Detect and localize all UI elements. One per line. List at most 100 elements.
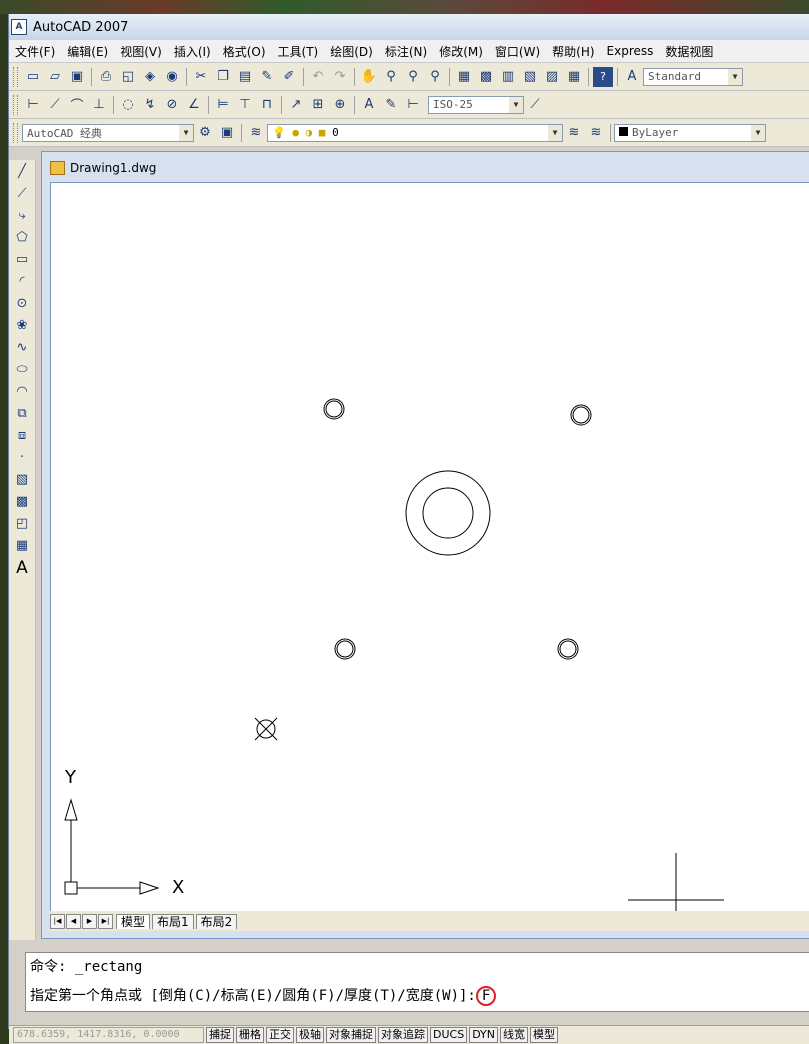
command-line[interactable]: 命令: _rectang 指定第一个角点或 [倒角(C)/标高(E)/圆角(F)… [25,952,809,1012]
continue-dimension-icon[interactable]: ⊓ [257,95,277,115]
menu-data-view[interactable]: 数据视图 [659,43,719,60]
aligned-dimension-icon[interactable]: ⟋ [45,95,65,115]
chevron-down-icon[interactable]: ▼ [509,96,523,113]
tab-layout1[interactable]: 布局1 [152,913,194,929]
workspace-save-icon[interactable]: ▣ [217,123,237,143]
help-icon[interactable]: ? [593,66,613,87]
coordinate-readout[interactable]: 678.6359, 1417.8316, 0.0000 [13,1027,204,1043]
menu-edit[interactable]: 编辑(E) [61,43,114,60]
toolbar-grip[interactable] [13,66,18,87]
menu-draw[interactable]: 绘图(D) [324,43,379,60]
save-icon[interactable]: ▣ [67,67,87,87]
color-dropdown[interactable]: ByLayer ▼ [614,123,766,142]
toolbar-grip[interactable] [13,94,18,115]
cut-icon[interactable]: ✂ [191,67,211,87]
drawing-title-bar[interactable]: Drawing1.dwg [50,158,156,178]
design-center-icon[interactable]: ▩ [476,67,496,87]
polar-toggle[interactable]: 极轴 [296,1027,324,1043]
toolbar-grip[interactable] [13,122,18,143]
lineweight-toggle[interactable]: 线宽 [500,1027,529,1043]
menu-insert[interactable]: 插入(I) [168,43,217,60]
sheet-set-icon[interactable]: ▧ [520,67,540,87]
tab-layout2[interactable]: 布局2 [195,913,238,929]
3d-dwf-icon[interactable]: ◉ [162,67,182,87]
pan-icon[interactable]: ✋ [359,67,379,87]
menu-file[interactable]: 文件(F) [9,43,61,60]
polygon-icon[interactable]: ⬠ [11,227,33,248]
redo-icon[interactable]: ↷ [330,67,350,87]
model-toggle[interactable]: 模型 [530,1027,559,1043]
revision-cloud-icon[interactable]: ❀ [11,315,33,336]
dimension-edit-icon[interactable]: A [359,95,379,115]
tool-palettes-icon[interactable]: ▥ [498,67,518,87]
menu-modify[interactable]: 修改(M) [433,43,489,60]
jogged-dimension-icon[interactable]: ↯ [140,95,160,115]
zoom-previous-icon[interactable]: ⚲ [425,67,445,87]
workspace-dropdown[interactable]: AutoCAD 经典 ▼ [22,123,194,142]
hatch-icon[interactable]: ▧ [11,469,33,490]
command-input-highlight[interactable]: F [475,986,497,1006]
prev-tab-icon[interactable]: ◀ [66,913,81,929]
chevron-down-icon[interactable]: ▼ [548,124,562,141]
spline-icon[interactable]: ∿ [11,337,33,358]
dimension-text-edit-icon[interactable]: ✎ [381,95,401,115]
quick-dimension-icon[interactable]: ⊨ [213,95,233,115]
zoom-realtime-icon[interactable]: ⚲ [381,67,401,87]
undo-icon[interactable]: ↶ [308,67,328,87]
construction-line-icon[interactable]: ⟋ [11,183,33,204]
arc-icon[interactable]: ◜ [11,271,33,292]
menu-dimension[interactable]: 标注(N) [379,43,433,60]
tolerance-icon[interactable]: ⊞ [308,95,328,115]
ortho-toggle[interactable]: 正交 [266,1027,294,1043]
multiline-text-icon[interactable]: A [11,557,33,578]
make-object-layer-current-icon[interactable]: ≋ [564,123,584,143]
chevron-down-icon[interactable]: ▼ [179,124,193,141]
dimension-style-icon[interactable]: ⟋ [525,95,545,115]
region-icon[interactable]: ◰ [11,513,33,534]
drawing-canvas[interactable]: Y X [50,182,809,911]
first-tab-icon[interactable]: |◀ [50,913,65,929]
diameter-dimension-icon[interactable]: ⊘ [162,95,182,115]
last-tab-icon[interactable]: ▶| [98,913,113,929]
grid-toggle[interactable]: 栅格 [236,1027,264,1043]
arc-length-icon[interactable]: ⌒ [67,95,87,115]
layer-previous-icon[interactable]: ≋ [586,123,606,143]
gradient-icon[interactable]: ▩ [11,491,33,512]
dyn-toggle[interactable]: DYN [469,1027,499,1043]
ducs-toggle[interactable]: DUCS [430,1027,468,1043]
match-properties-icon[interactable]: ✎ [257,67,277,87]
circle-icon[interactable]: ⊙ [11,293,33,314]
snap-toggle[interactable]: 捕捉 [206,1027,234,1043]
line-icon[interactable]: ╱ [11,161,33,182]
chevron-down-icon[interactable]: ▼ [728,68,742,85]
menu-help[interactable]: 帮助(H) [546,43,600,60]
ordinate-dimension-icon[interactable]: ⊥ [89,95,109,115]
command-prompt-line[interactable]: 指定第一个角点或 [倒角(C)/标高(E)/圆角(F)/厚度(T)/宽度(W)]… [26,982,809,1011]
tab-model[interactable]: 模型 [116,913,151,929]
linear-dimension-icon[interactable]: ⊢ [23,95,43,115]
radius-dimension-icon[interactable]: ◌ [118,95,138,115]
otrack-toggle[interactable]: 对象追踪 [378,1027,428,1043]
menu-tools[interactable]: 工具(T) [272,43,325,60]
open-file-icon[interactable]: ▱ [45,67,65,87]
quick-leader-icon[interactable]: ↗ [286,95,306,115]
center-mark-icon[interactable]: ⊕ [330,95,350,115]
properties-icon[interactable]: ▦ [454,67,474,87]
menu-view[interactable]: 视图(V) [114,43,168,60]
print-preview-icon[interactable]: ◱ [118,67,138,87]
next-tab-icon[interactable]: ▶ [82,913,97,929]
angular-dimension-icon[interactable]: ∠ [184,95,204,115]
dimension-update-icon[interactable]: ⊢ [403,95,423,115]
osnap-toggle[interactable]: 对象捕捉 [326,1027,376,1043]
text-style-dropdown[interactable]: Standard ▼ [643,67,743,86]
publish-icon[interactable]: ◈ [140,67,160,87]
chevron-down-icon[interactable]: ▼ [751,124,765,141]
text-style-icon[interactable]: A [622,67,642,87]
layer-manager-icon[interactable]: ≋ [246,123,266,143]
print-icon[interactable]: ⎙ [96,67,116,87]
calculator-icon[interactable]: ▦ [564,67,584,87]
baseline-dimension-icon[interactable]: ⊤ [235,95,255,115]
block-editor-icon[interactable]: ✐ [279,67,299,87]
rectangle-icon[interactable]: ▭ [11,249,33,270]
menu-format[interactable]: 格式(O) [217,43,272,60]
